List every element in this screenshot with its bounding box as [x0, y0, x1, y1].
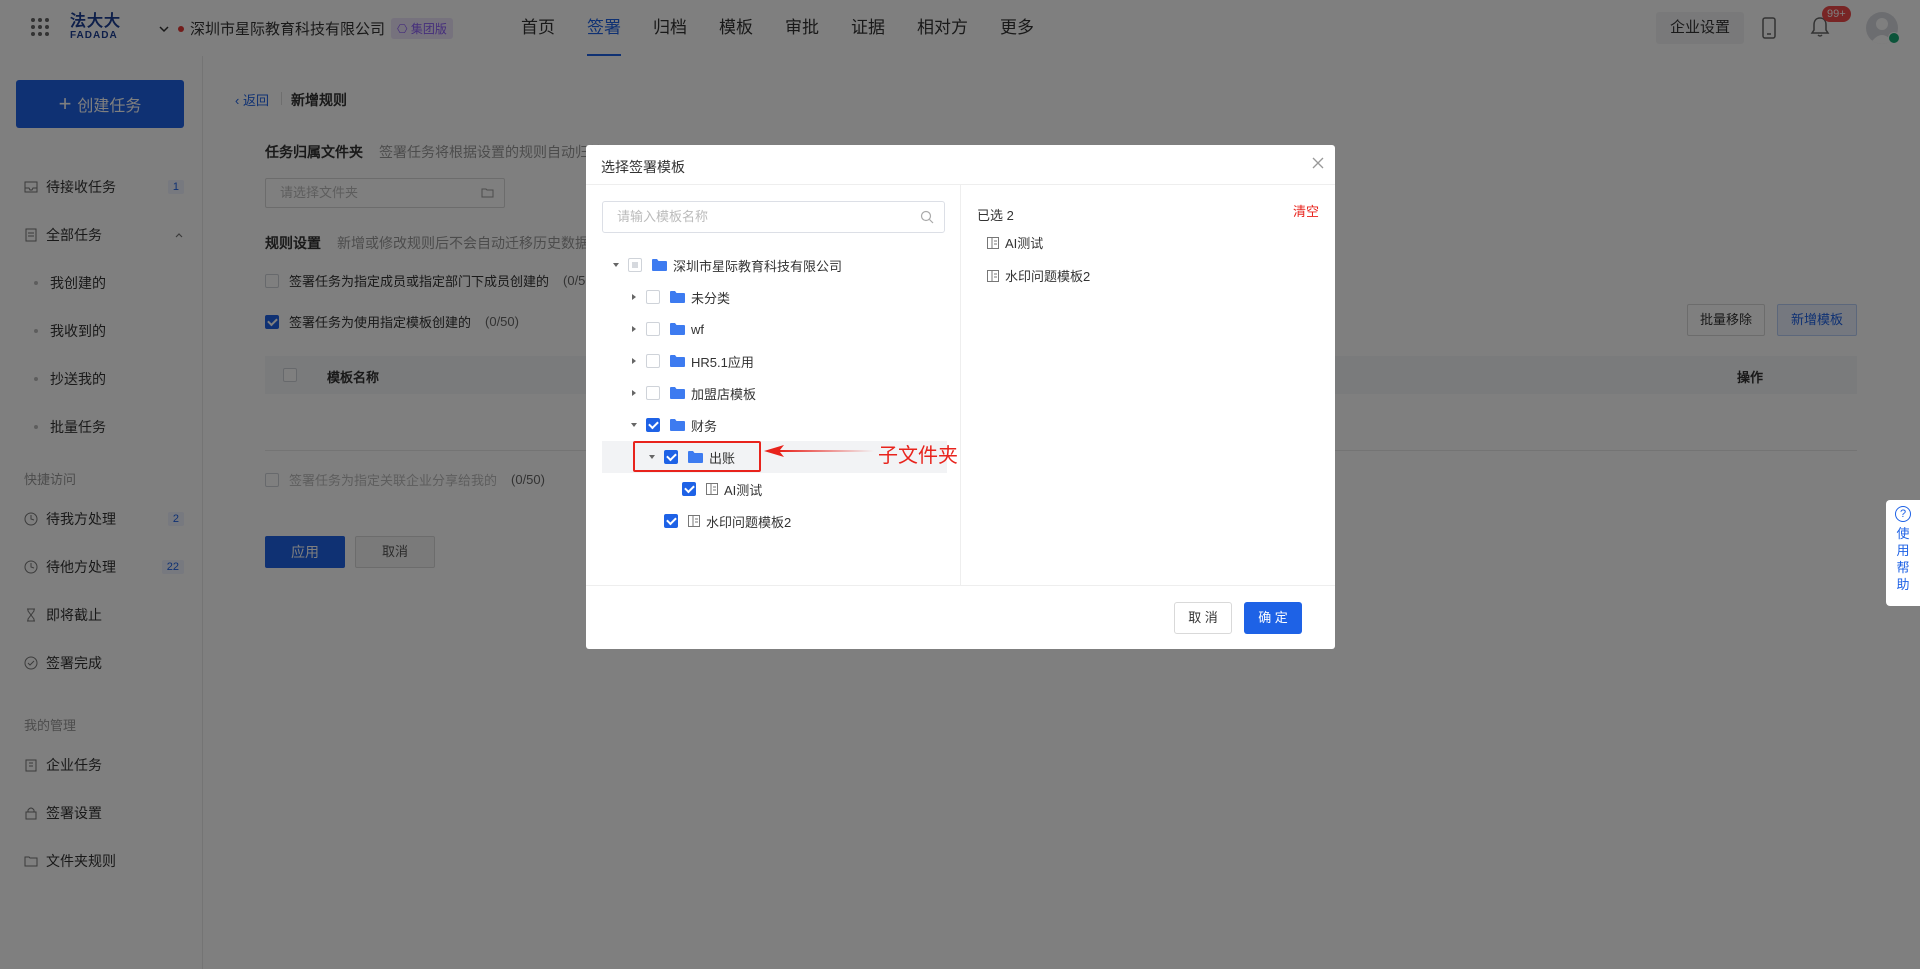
- tree-node[interactable]: HR5.1应用: [602, 345, 947, 377]
- checkbox[interactable]: [646, 418, 660, 432]
- folder-icon: [670, 387, 685, 399]
- checkbox[interactable]: [682, 482, 696, 496]
- template-icon: [987, 236, 999, 249]
- template-search-input[interactable]: 请输入模板名称: [602, 201, 945, 233]
- selected-item: 水印问题模板2: [987, 266, 1090, 285]
- modal-cancel-button[interactable]: 取 消: [1174, 602, 1232, 634]
- folder-icon: [670, 355, 685, 367]
- tree-node[interactable]: AI测试: [602, 473, 947, 505]
- checkbox[interactable]: [646, 354, 660, 368]
- tree-node-label: 水印问题模板2: [706, 514, 792, 530]
- tree-node[interactable]: 水印问题模板2: [602, 505, 947, 537]
- tree-node-label: HR5.1应用: [691, 354, 754, 370]
- tree-node[interactable]: 加盟店模板: [602, 377, 947, 409]
- checkbox[interactable]: [646, 290, 660, 304]
- clear-button[interactable]: 清空: [1293, 201, 1319, 220]
- help-tab[interactable]: ? 使 用 帮 助: [1886, 500, 1920, 606]
- selected-item: AI测试: [987, 233, 1043, 252]
- caret-spacer: [646, 515, 658, 527]
- folder-icon: [670, 323, 685, 335]
- template-tree-pane: 请输入模板名称 深圳市星际教育科技有限公司未分类 wf HR5.1应用 加盟店模板财务…: [586, 185, 961, 585]
- tree-node-label: 未分类: [691, 290, 731, 306]
- tree-node[interactable]: 深圳市星际教育科技有限公司: [602, 249, 947, 281]
- template-icon: [987, 269, 999, 282]
- folder-icon: [670, 419, 685, 431]
- folder-icon: [652, 259, 667, 271]
- modal-header: 选择签署模板: [586, 145, 1335, 185]
- annotation-arrow-icon: [764, 444, 874, 458]
- caret-down-icon[interactable]: [628, 419, 640, 431]
- tree-node-label: 深圳市星际教育科技有限公司: [673, 258, 843, 274]
- selected-pane: 已选 2 清空 AI测试水印问题模板2: [961, 185, 1335, 585]
- selected-count: 已选 2: [977, 208, 1014, 223]
- checkbox[interactable]: [628, 258, 642, 272]
- checkbox[interactable]: [664, 514, 678, 528]
- checkbox[interactable]: [646, 386, 660, 400]
- question-icon: ?: [1895, 506, 1911, 522]
- select-template-modal: 选择签署模板 请输入模板名称 深圳市星际教育科技有限公司未分类 wf HR5.1应用…: [586, 145, 1335, 649]
- caret-down-icon[interactable]: [610, 259, 622, 271]
- modal-title: 选择签署模板: [601, 159, 685, 175]
- selected-item-label: AI测试: [1005, 236, 1044, 251]
- tree-node[interactable]: 未分类: [602, 281, 947, 313]
- modal-confirm-button[interactable]: 确 定: [1244, 602, 1302, 634]
- annotation-highlight-box: [633, 441, 761, 472]
- template-icon: [706, 483, 718, 495]
- caret-right-icon[interactable]: [628, 387, 640, 399]
- selected-item-label: 水印问题模板2: [1005, 269, 1091, 284]
- tree-node-label: AI测试: [724, 482, 763, 498]
- annotation-label: 子文件夹: [878, 445, 958, 467]
- tree-node[interactable]: 财务: [602, 409, 947, 441]
- caret-right-icon[interactable]: [628, 355, 640, 367]
- tree-node[interactable]: wf: [602, 313, 947, 345]
- tree-node-label: 财务: [691, 418, 718, 434]
- modal-footer: 取 消 确 定: [586, 585, 1335, 649]
- caret-right-icon[interactable]: [628, 291, 640, 303]
- caret-right-icon[interactable]: [628, 323, 640, 335]
- folder-icon: [670, 291, 685, 303]
- caret-spacer: [664, 483, 676, 495]
- checkbox[interactable]: [646, 322, 660, 336]
- tree-node-label: 加盟店模板: [691, 386, 757, 402]
- tree-node-label: wf: [691, 321, 704, 337]
- template-icon: [688, 515, 700, 527]
- close-icon[interactable]: [1311, 156, 1325, 170]
- search-icon: [920, 210, 934, 224]
